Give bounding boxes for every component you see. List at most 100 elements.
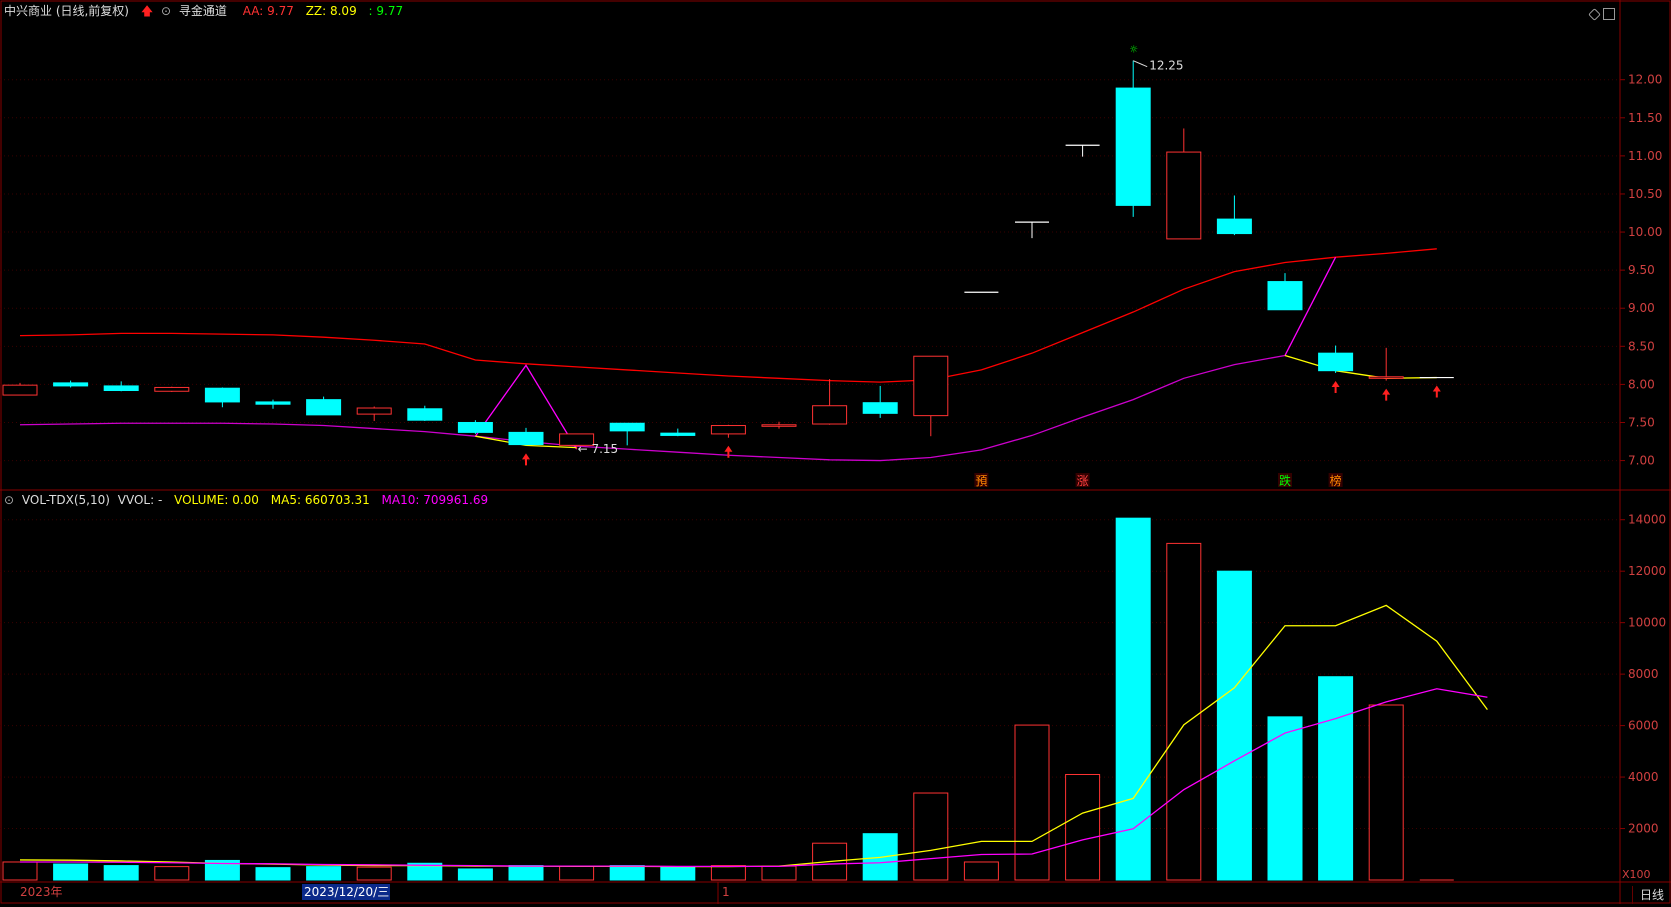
- volume-bar: [1065, 773, 1101, 881]
- high-marker-icon: ☼: [1129, 45, 1138, 56]
- buy-arrow-icon: [1331, 380, 1340, 393]
- window-toggle-icon[interactable]: [1603, 8, 1615, 20]
- volume-unit-label: X100: [1622, 868, 1651, 881]
- volume-bar: [609, 865, 645, 881]
- candle-body: [407, 408, 443, 421]
- volume-bar: [1166, 542, 1202, 881]
- third-value: : 9.77: [368, 4, 404, 18]
- price-tick-label: 9.00: [1628, 301, 1655, 315]
- upper-band-line: [19, 248, 1437, 383]
- candle-body: [356, 407, 392, 415]
- volume-bar: [1267, 716, 1303, 881]
- price-tick-label: 11.50: [1628, 111, 1662, 125]
- candle-body: [1318, 352, 1354, 372]
- zz-value: ZZ: 8.09: [305, 4, 357, 18]
- candle-body: [306, 399, 342, 416]
- ma5-value: MA5: 660703.31: [270, 493, 370, 507]
- x-label-year: 2023年: [20, 885, 63, 899]
- candle-body: [1216, 218, 1252, 235]
- buy-arrow-icon: [522, 453, 530, 466]
- volume-ma10-line: [20, 688, 1488, 868]
- candle-body: [1166, 151, 1202, 240]
- price-tick-label: 7.00: [1628, 454, 1655, 468]
- candle-body: [53, 382, 89, 387]
- candle-body: [710, 425, 746, 435]
- candle-body: [1368, 376, 1404, 379]
- price-tick-label: 8.00: [1628, 377, 1655, 391]
- price-tick-label: 9.50: [1628, 263, 1655, 277]
- volume-bar: [306, 866, 342, 881]
- candle-body: [862, 402, 898, 414]
- volume-value: VOLUME: 0.00: [174, 493, 259, 507]
- volume-bar: [1318, 676, 1354, 881]
- vol-settings-icon[interactable]: ⊙: [4, 493, 14, 507]
- candle-body: [2, 384, 38, 396]
- outer-frame: [0, 0, 1671, 904]
- volume-bar: [1014, 724, 1050, 881]
- candle-body: [1267, 281, 1303, 311]
- price-tick-label: 8.50: [1628, 339, 1655, 353]
- price-tick-label: 10.50: [1628, 187, 1662, 201]
- volume-bar: [457, 868, 493, 881]
- volume-bar: [154, 866, 190, 881]
- support-line-2: [1284, 354, 1437, 379]
- x-label-date: 2023/12/20/三: [304, 885, 389, 899]
- candle-body: [913, 355, 949, 417]
- volume-tick-label: 6000: [1628, 719, 1659, 733]
- indicator-settings-icon[interactable]: ⊙: [161, 4, 171, 18]
- chart-svg: 7.00 7.50 8.00 8.50 9.00 9.50 10.00 10.50 11.00 1…: [0, 0, 1671, 904]
- candle-body: [761, 424, 797, 427]
- signal-label: 涨: [1077, 473, 1089, 488]
- price-tick-label: 11.00: [1628, 149, 1662, 163]
- candle-body: [154, 386, 190, 392]
- candle-body: [508, 431, 544, 446]
- volume-header: ⊙ VOL-TDX(5,10) VVOL: - VOLUME: 0.00 MA5…: [4, 491, 496, 509]
- period-tab[interactable]: 日线: [1632, 886, 1671, 904]
- vol-indicator-name[interactable]: VOL-TDX(5,10): [22, 493, 110, 507]
- x-label-month: 1: [722, 885, 730, 899]
- volume-bar: [559, 865, 595, 881]
- volume-bar: [660, 866, 696, 881]
- candle-body: [812, 405, 848, 425]
- volume-bar: [508, 865, 544, 881]
- chart-stage: 7.00 7.50 8.00 8.50 9.00 9.50 10.00 10.50 11.00 1…: [0, 0, 1671, 904]
- volume-bar: [1115, 517, 1151, 881]
- volume-bar: [710, 865, 746, 881]
- volume-tick-label: 8000: [1628, 667, 1659, 681]
- price-tick-label: 7.50: [1628, 415, 1655, 429]
- stock-title[interactable]: 中兴商业 (日线,前复权): [4, 4, 129, 18]
- price-header: 中兴商业 (日线,前复权) 🡅 ⊙ 寻金通道 AA: 9.77 ZZ: 8.09…: [4, 2, 411, 20]
- volume-tick-label: 4000: [1628, 770, 1659, 784]
- volume-bar: [2, 861, 38, 881]
- volume-bar: [963, 861, 999, 881]
- indicator-name[interactable]: 寻金通道: [179, 4, 227, 18]
- volume-bar: [1368, 704, 1404, 881]
- volume-bar: [53, 863, 89, 881]
- candle-body: [660, 432, 696, 436]
- ma10-value: MA10: 709961.69: [381, 493, 489, 507]
- high-annotation-label: 12.25: [1149, 59, 1183, 73]
- up-arrow-icon: 🡅: [140, 4, 154, 18]
- vvol-value: VVOL: -: [117, 493, 163, 507]
- signal-label: 預: [975, 474, 987, 488]
- signal-label: 跌: [1279, 473, 1291, 488]
- candle-body: [1115, 87, 1151, 206]
- volume-bar: [103, 865, 139, 881]
- candle-body: [609, 422, 645, 432]
- high-annotation-pointer: [1133, 60, 1148, 68]
- volume-tick-label: 2000: [1628, 822, 1659, 836]
- volume-bar: [1216, 570, 1252, 881]
- volume-ma5-line: [19, 604, 1488, 868]
- candle-body: [204, 387, 240, 403]
- volume-bar: [761, 865, 797, 881]
- buy-arrow-icon: [1382, 388, 1391, 401]
- aa-value: AA: 9.77: [242, 4, 294, 18]
- candle-body: [103, 385, 139, 391]
- volume-tick-label: 14000: [1628, 513, 1666, 527]
- volume-bar: [255, 867, 291, 881]
- buy-arrow-icon: [1432, 385, 1441, 398]
- volume-tick-label: 10000: [1628, 616, 1666, 630]
- signal-label: 榜: [1330, 473, 1342, 488]
- price-tick-label: 10.00: [1628, 225, 1662, 239]
- price-tick-label: 12.00: [1628, 73, 1662, 87]
